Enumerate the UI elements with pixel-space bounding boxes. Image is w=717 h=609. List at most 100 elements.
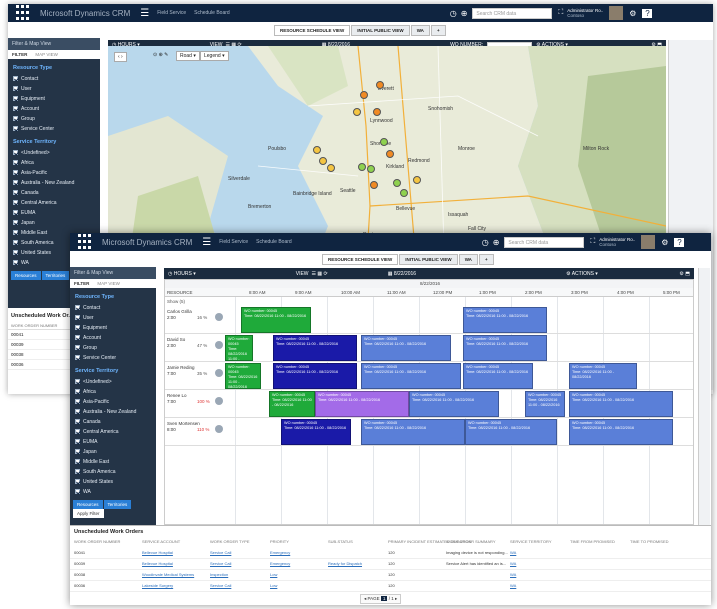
booking-block[interactable]: WO number: 00045 Time: 08/22/2016 11:00 -… <box>465 419 557 445</box>
checkbox[interactable] <box>75 469 80 474</box>
checkbox[interactable] <box>75 355 80 360</box>
checkbox[interactable] <box>75 439 80 444</box>
territories-button[interactable]: Territories <box>41 271 70 280</box>
resource-type-item[interactable]: Group <box>13 114 95 123</box>
table-cell[interactable]: Inspection <box>210 572 228 577</box>
booking-block[interactable]: WO number: 00045 Time: 08/22/2016 11:00 -… <box>361 335 451 361</box>
tab-resource-schedule[interactable]: RESOURCE SCHEDULE VIEW <box>322 254 399 265</box>
checkbox[interactable] <box>75 419 80 424</box>
booking-block[interactable]: WO number: 00045 Time: 08/22/2016 11:00 -… <box>269 391 315 417</box>
gear-icon[interactable]: ⚙ <box>661 238 668 247</box>
tab-filter[interactable]: FILTER <box>8 50 31 59</box>
tab-filter[interactable]: FILTER <box>70 279 93 288</box>
territory-item[interactable]: WA <box>75 487 151 496</box>
territory-item[interactable]: Asia-Pacific <box>13 168 95 177</box>
tab-wa[interactable]: WA <box>458 254 478 265</box>
checkbox[interactable] <box>13 230 18 235</box>
tab-resource-schedule[interactable]: RESOURCE SCHEDULE VIEW <box>274 25 351 36</box>
territory-item[interactable]: Central America <box>13 198 95 207</box>
tab-add[interactable]: + <box>478 254 494 265</box>
checkbox[interactable] <box>75 489 80 494</box>
booking-block[interactable]: WO number: 00045 Time: 08/22/2016 11:00 -… <box>273 335 357 361</box>
booking-block[interactable]: WO number: 00045 Time: 08/22/2016 11:00 -… <box>241 307 311 333</box>
territory-item[interactable]: <Undefined> <box>75 377 151 386</box>
advanced-find-icon[interactable]: ⛶ <box>558 9 563 17</box>
map-pin[interactable] <box>319 157 327 165</box>
checkbox[interactable] <box>13 240 18 245</box>
column-header[interactable]: TIME TO PROMISED <box>630 539 669 544</box>
settings-icon[interactable]: ⚙ ⬒ <box>679 271 690 277</box>
checkbox[interactable] <box>75 429 80 434</box>
checkbox[interactable] <box>75 409 80 414</box>
help-icon[interactable]: ? <box>674 237 685 247</box>
booking-block[interactable]: WO number: 00045 Time: 08/22/2016 11:00 -… <box>463 363 533 389</box>
checkbox[interactable] <box>13 210 18 215</box>
table-cell[interactable]: Emergency <box>270 550 290 555</box>
checkbox[interactable] <box>75 479 80 484</box>
checkbox[interactable] <box>13 150 18 155</box>
checkbox[interactable] <box>75 345 80 350</box>
table-cell[interactable]: Low <box>270 583 277 588</box>
resource-type-item[interactable]: Service Center <box>13 124 95 133</box>
table-cell[interactable]: WA <box>510 572 516 577</box>
search-input[interactable]: Search CRM data <box>504 236 585 248</box>
territory-item[interactable]: EUMA <box>75 437 151 446</box>
app-grid-icon[interactable] <box>16 5 32 21</box>
checkbox[interactable] <box>13 220 18 225</box>
area-label[interactable]: Schedule Board <box>194 10 230 16</box>
map-pin[interactable] <box>380 138 388 146</box>
view-toggle-icons[interactable]: ☰ ▦ ⟳ <box>312 271 328 277</box>
territory-item[interactable]: Africa <box>75 387 151 396</box>
clock-icon[interactable]: ◷ <box>450 9 457 18</box>
territory-item[interactable]: Canada <box>75 417 151 426</box>
checkbox[interactable] <box>13 180 18 185</box>
resource-type-item[interactable]: Service Center <box>75 353 151 362</box>
add-icon[interactable]: ⊕ <box>461 9 468 18</box>
advanced-find-icon[interactable]: ⛶ <box>590 238 595 246</box>
table-cell[interactable]: Ready for Dispatch <box>328 561 362 566</box>
user-info[interactable]: Administrator Ro.. Contoso <box>599 237 639 247</box>
territory-item[interactable]: South America <box>75 467 151 476</box>
booking-block[interactable]: WO number: 00045 Time: 08/22/2016 11:00 -… <box>361 419 465 445</box>
tab-initial-public[interactable]: INITIAL PUBLIC VIEW <box>399 254 458 265</box>
map-pin[interactable] <box>370 181 378 189</box>
tab-wa[interactable]: WA <box>410 25 430 36</box>
clock-icon[interactable]: ◷ <box>482 238 489 247</box>
map-pin[interactable] <box>400 189 408 197</box>
checkbox[interactable] <box>13 96 18 101</box>
booking-block[interactable]: WO number: 00045 Time: 08/22/2016 11:00 -… <box>225 335 253 361</box>
map-pin[interactable] <box>358 163 366 171</box>
territory-item[interactable]: Japan <box>13 218 95 227</box>
table-cell[interactable]: Bellevue Hospital <box>142 550 173 555</box>
table-cell[interactable]: Service Call <box>210 550 231 555</box>
table-cell[interactable]: Woodinvale Medical Systems <box>142 572 194 577</box>
tab-initial-public[interactable]: INITIAL PUBLIC VIEW <box>351 25 410 36</box>
map-pin[interactable] <box>313 146 321 154</box>
table-cell[interactable]: Lakeside Surgery <box>142 583 173 588</box>
checkbox[interactable] <box>75 315 80 320</box>
map-pin[interactable] <box>353 108 361 116</box>
booking-block[interactable]: WO number: 00045 Time: 08/22/2016 11:00 -… <box>463 307 547 333</box>
checkbox[interactable] <box>13 260 18 265</box>
checkbox[interactable] <box>75 305 80 310</box>
checkbox[interactable] <box>13 116 18 121</box>
territory-item[interactable]: Middle East <box>75 457 151 466</box>
table-cell[interactable]: Bellevue Hospital <box>142 561 173 566</box>
table-cell[interactable]: Low <box>270 572 277 577</box>
tab-map-view[interactable]: MAP VIEW <box>93 279 123 288</box>
legend-button[interactable]: Legend ▾ <box>200 51 229 61</box>
territory-item[interactable]: Canada <box>13 188 95 197</box>
territory-item[interactable]: Central America <box>75 427 151 436</box>
booking-block[interactable]: WO number: 00045 Time: 08/22/2016 11:00 -… <box>273 363 357 389</box>
checkbox[interactable] <box>13 200 18 205</box>
checkbox[interactable] <box>75 325 80 330</box>
territory-item[interactable]: Japan <box>75 447 151 456</box>
hours-dropdown[interactable]: ◷ HOURS ▾ <box>168 271 196 277</box>
checkbox[interactable] <box>13 86 18 91</box>
column-header[interactable]: SUB-STATUS <box>328 539 353 544</box>
map-zoom-controls[interactable]: ‹ › <box>114 52 127 62</box>
resource-type-item[interactable]: Equipment <box>13 94 95 103</box>
booking-block[interactable]: WO number: 00045 Time: 08/22/2016 11:00 -… <box>409 391 499 417</box>
table-cell[interactable]: WA <box>510 550 516 555</box>
resource-type-item[interactable]: Contact <box>13 74 95 83</box>
